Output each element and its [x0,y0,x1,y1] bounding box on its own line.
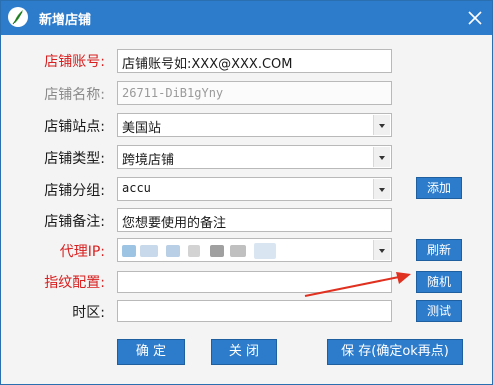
dialog-window: 新增店铺 店铺账号: 店铺账号如:XXX@XXX.COM 店铺名称: 26711… [0,0,493,385]
annotation-arrow-icon [304,272,411,297]
